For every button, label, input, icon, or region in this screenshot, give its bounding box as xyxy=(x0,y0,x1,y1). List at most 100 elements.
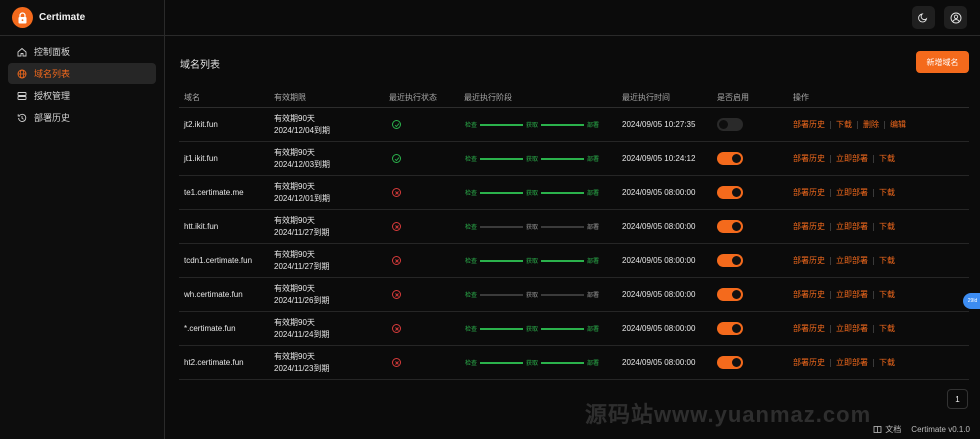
domain-name: *.certimate.fun xyxy=(184,324,236,333)
action-link[interactable]: 下载 xyxy=(879,221,895,232)
action-link[interactable]: 下载 xyxy=(879,255,895,266)
check-circle-icon xyxy=(392,154,401,163)
sidebar-nav: 控制面板 域名列表 授权管理 部署历史 xyxy=(0,36,164,134)
pagination-page-1[interactable]: 1 xyxy=(947,389,968,409)
enabled-toggle[interactable] xyxy=(717,322,743,335)
action-link[interactable]: 下载 xyxy=(879,187,895,198)
action-link[interactable]: 部署历史 xyxy=(793,323,825,334)
x-circle-icon xyxy=(392,256,401,265)
action-separator xyxy=(830,358,831,367)
status-cell xyxy=(389,154,464,163)
stage-deploy: 部署 xyxy=(586,191,599,197)
action-link[interactable]: 部署历史 xyxy=(793,153,825,164)
actions-cell: 部署历史 立即部署 下载 xyxy=(793,153,969,164)
stage-obtain: 获取 xyxy=(525,157,538,163)
enabled-cell xyxy=(717,356,793,369)
sidebar-item-domains[interactable]: 域名列表 xyxy=(8,63,156,84)
action-link[interactable]: 立即部署 xyxy=(836,221,868,232)
book-icon xyxy=(873,426,882,433)
action-link[interactable]: 下载 xyxy=(879,153,895,164)
action-link[interactable]: 编辑 xyxy=(890,119,906,130)
actions-cell: 部署历史 立即部署 下载 xyxy=(793,289,969,300)
enabled-toggle[interactable] xyxy=(717,152,743,165)
sidebar-item-history[interactable]: 部署历史 xyxy=(8,107,156,128)
column-header-time: 最近执行时间 xyxy=(622,92,670,102)
table-row: ht2.certimate.fun 有效期90天 2024/11/23到期 检查 获取 部… xyxy=(179,346,969,380)
column-header-validity: 有效期限 xyxy=(274,92,306,102)
domain-name: htt.ikit.fun xyxy=(184,222,219,231)
action-link[interactable]: 立即部署 xyxy=(836,255,868,266)
stage-connector xyxy=(541,361,584,364)
lock-icon xyxy=(12,7,33,28)
stage-cell: 检查 获取 部署 xyxy=(464,154,622,163)
action-link[interactable]: 立即部署 xyxy=(836,187,868,198)
expiry-date: 2024/11/27到期 xyxy=(274,227,330,237)
stage-check: 检查 xyxy=(464,191,477,197)
theme-toggle-button[interactable] xyxy=(912,6,935,29)
exec-time: 2024/09/05 08:00:00 xyxy=(622,256,696,265)
action-link[interactable]: 下载 xyxy=(879,357,895,368)
validity-cell: 有效期90天 2024/12/03到期 xyxy=(274,147,389,171)
stage-cell: 检查 获取 部署 xyxy=(464,290,622,299)
globe-icon xyxy=(15,67,29,81)
toggle-knob xyxy=(732,188,741,197)
action-link[interactable]: 下载 xyxy=(879,289,895,300)
action-link[interactable]: 删除 xyxy=(863,119,879,130)
action-link[interactable]: 立即部署 xyxy=(836,323,868,334)
enabled-cell xyxy=(717,322,793,335)
expiry-date: 2024/11/24到期 xyxy=(274,329,330,339)
stage-progress: 检查 获取 部署 xyxy=(464,188,622,197)
actions-cell: 部署历史 立即部署 下载 xyxy=(793,357,969,368)
enabled-toggle[interactable] xyxy=(717,220,743,233)
floating-badge[interactable]: 29ld xyxy=(963,293,980,309)
action-link[interactable]: 立即部署 xyxy=(836,153,868,164)
user-menu-button[interactable] xyxy=(944,6,967,29)
action-link[interactable]: 部署历史 xyxy=(793,255,825,266)
actions-cell: 部署历史 下载 删除 编辑 xyxy=(793,119,969,130)
action-link[interactable]: 部署历史 xyxy=(793,357,825,368)
sidebar-item-access[interactable]: 授权管理 xyxy=(8,85,156,106)
enabled-toggle[interactable] xyxy=(717,288,743,301)
validity-cell: 有效期90天 2024/11/24到期 xyxy=(274,317,389,341)
sidebar-item-dashboard[interactable]: 控制面板 xyxy=(8,41,156,62)
domain-name: te1.certimate.me xyxy=(184,188,244,197)
status-cell xyxy=(389,188,464,197)
sidebar-item-label: 授权管理 xyxy=(34,91,71,101)
stage-connector xyxy=(480,157,523,160)
stage-progress: 检查 获取 部署 xyxy=(464,120,622,129)
action-link[interactable]: 下载 xyxy=(879,323,895,334)
action-link[interactable]: 下载 xyxy=(836,119,852,130)
stage-connector xyxy=(541,225,584,228)
history-icon xyxy=(15,111,29,125)
action-separator xyxy=(873,188,874,197)
validity-period: 有效期90天 xyxy=(274,113,315,123)
action-link[interactable]: 部署历史 xyxy=(793,187,825,198)
stage-obtain: 获取 xyxy=(525,293,538,299)
action-link[interactable]: 立即部署 xyxy=(836,289,868,300)
toggle-knob xyxy=(719,120,728,129)
brand[interactable]: Certimate xyxy=(0,0,164,36)
toggle-knob xyxy=(732,154,741,163)
stage-connector xyxy=(541,327,584,330)
stage-deploy: 部署 xyxy=(586,327,599,333)
enabled-toggle[interactable] xyxy=(717,186,743,199)
toggle-knob xyxy=(732,256,741,265)
add-domain-button[interactable]: 新增域名 xyxy=(916,51,969,73)
validity-period: 有效期90天 xyxy=(274,317,315,327)
action-link[interactable]: 部署历史 xyxy=(793,289,825,300)
stage-connector xyxy=(480,123,523,126)
domain-table: 域名 有效期限 最近执行状态 最近执行阶段 最近执行时间 是否启用 操作 jt2… xyxy=(179,88,969,380)
stage-progress: 检查 获取 部署 xyxy=(464,154,622,163)
action-separator xyxy=(830,256,831,265)
docs-link[interactable]: 文档 xyxy=(873,424,901,435)
action-link[interactable]: 部署历史 xyxy=(793,221,825,232)
action-link[interactable]: 部署历史 xyxy=(793,119,825,130)
action-link[interactable]: 立即部署 xyxy=(836,357,868,368)
enabled-toggle[interactable] xyxy=(717,118,743,131)
stage-obtain: 获取 xyxy=(525,225,538,231)
enabled-toggle[interactable] xyxy=(717,254,743,267)
stage-connector xyxy=(480,293,523,296)
enabled-toggle[interactable] xyxy=(717,356,743,369)
topbar xyxy=(165,0,980,36)
exec-time: 2024/09/05 10:24:12 xyxy=(622,154,696,163)
